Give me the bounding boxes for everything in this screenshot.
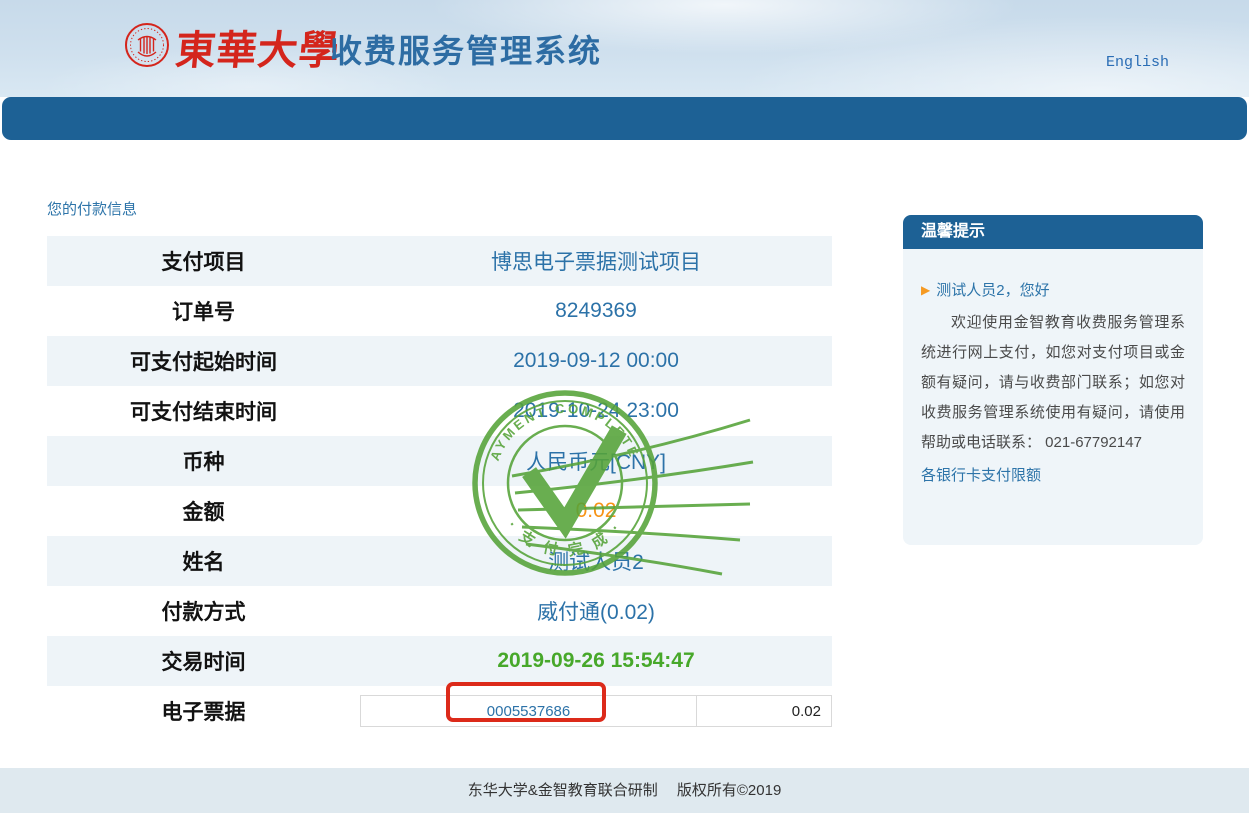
university-name: 東華大學 [173,18,338,76]
row-label: 交易时间 [47,646,360,676]
row-label: 金额 [47,496,360,526]
invoice-number[interactable]: 0005537686 [361,696,697,726]
table-row: 支付项目 博思电子票据测试项目 [47,236,832,286]
invoice-table: 0005537686 0.02 [360,695,832,727]
table-row: 交易时间 2019-09-26 15:54:47 [47,636,832,686]
row-label: 付款方式 [47,596,360,626]
language-switch-link[interactable]: English [1106,54,1169,71]
section-title: 您的付款信息 [47,198,137,219]
triangle-marker-icon: ▶ [921,283,930,297]
row-value: 2019-09-12 00:00 [360,349,832,373]
row-value-transaction-time: 2019-09-26 15:54:47 [360,649,832,673]
row-value: 威付通(0.02) [360,596,832,626]
table-row: 付款方式 威付通(0.02) [47,586,832,636]
payment-completed-stamp-icon: PAYMENT COMPLETED · 支 付 完 成 · [450,378,770,593]
system-title: 收费服务管理系统 [330,26,602,72]
nav-bar [2,97,1247,140]
sidebar-greeting: ▶ 测试人员2，您好 [921,279,1185,300]
row-label: 可支付起始时间 [47,346,360,376]
row-value: 博思电子票据测试项目 [360,246,832,276]
invoice-amount: 0.02 [697,696,831,726]
sidebar-message: 欢迎使用金智教育收费服务管理系统进行网上支付，如您对支付项目或金额有疑问，请与收… [921,308,1185,458]
row-label: 订单号 [47,296,360,326]
row-label: 支付项目 [47,246,360,276]
sidebar-tips-body: ▶ 测试人员2，您好 欢迎使用金智教育收费服务管理系统进行网上支付，如您对支付项… [903,249,1203,545]
sidebar-tips-header: 温馨提示 [903,215,1203,249]
row-label: 姓名 [47,546,360,576]
row-label: 可支付结束时间 [47,396,360,426]
invoice-area: 0005537686 0.02 [360,686,832,736]
greeting-text: 测试人员2，您好 [936,279,1049,300]
row-value: 8249369 [360,299,832,323]
row-label: 币种 [47,446,360,476]
table-row-invoice: 电子票据 0005537686 0.02 [47,686,832,736]
bank-card-limit-link[interactable]: 各银行卡支付限额 [921,464,1041,485]
page-footer: 东华大学&金智教育联合研制 版权所有©2019 [0,768,1249,813]
page-header: 東華大學 收费服务管理系统 English [0,0,1249,97]
university-seal-icon [124,22,170,68]
table-row: 订单号 8249369 [47,286,832,336]
page: 東華大學 收费服务管理系统 English 您的付款信息 支付项目 博思电子票据… [0,0,1249,813]
row-label: 电子票据 [47,696,360,726]
